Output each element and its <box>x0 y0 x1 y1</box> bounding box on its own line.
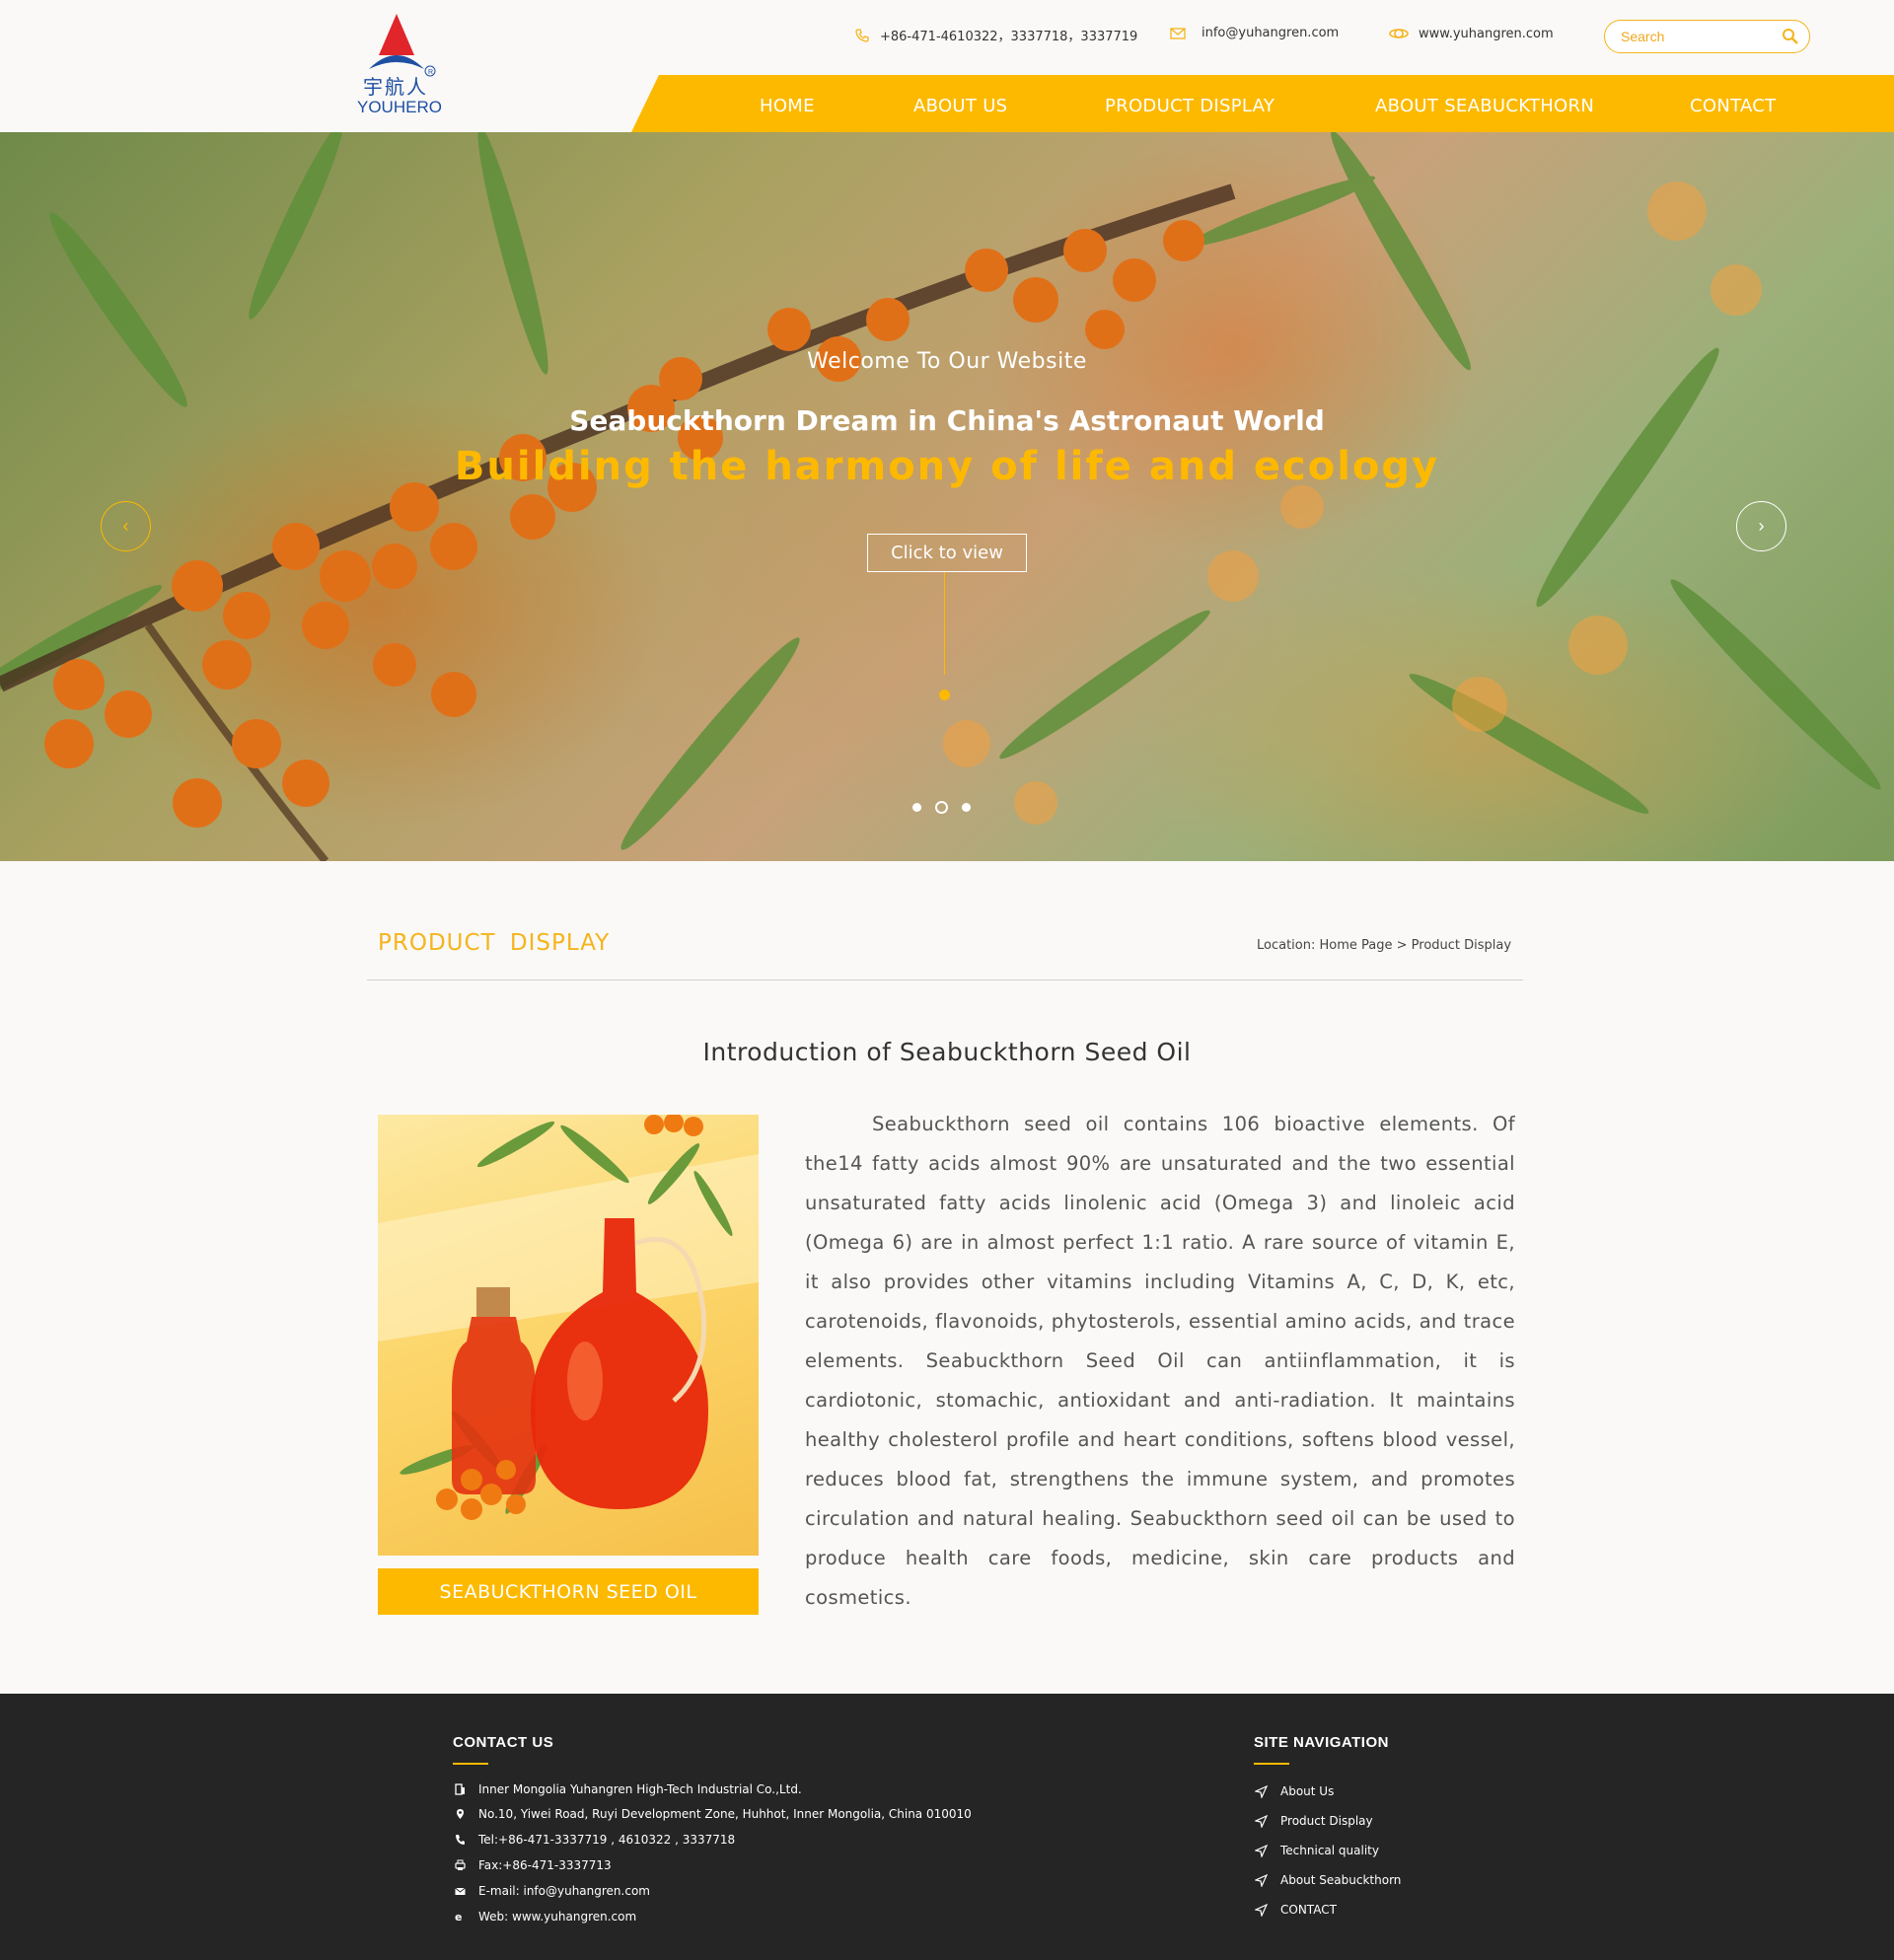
send-arrow-icon <box>1255 1784 1268 1798</box>
site-footer: CONTACT US Inner Mongolia Yuhangren High… <box>0 1694 1894 1960</box>
footer-nav-technical-quality[interactable]: Technical quality <box>1255 1844 1379 1857</box>
web-icon: e <box>455 1911 462 1923</box>
footer-contact-address-text: No.10, Yiwei Road, Ruyi Development Zone… <box>478 1807 972 1821</box>
footer-nav-label: Technical quality <box>1280 1844 1379 1857</box>
footer-contact-address: No.10, Yiwei Road, Ruyi Development Zone… <box>455 1807 972 1821</box>
search-icon[interactable] <box>1782 28 1799 45</box>
header-email[interactable]: info@yuhangren.com <box>1170 26 1339 40</box>
logo-chinese-text: 宇航人 <box>363 75 428 99</box>
footer-nav-product-display[interactable]: Product Display <box>1255 1814 1373 1828</box>
footer-contact-email-text: E-mail: info@yuhangren.com <box>478 1884 650 1898</box>
footer-contact-fax: Fax:+86-471-3337713 <box>455 1858 612 1872</box>
breadcrumb-home-link[interactable]: Home Page <box>1320 938 1393 953</box>
breadcrumb-current[interactable]: Product Display <box>1412 938 1511 953</box>
next-slide-button[interactable]: › <box>1736 501 1786 551</box>
mail-icon <box>1170 27 1186 39</box>
footer-nav-label: Product Display <box>1280 1814 1373 1828</box>
footer-contact-web[interactable]: e Web: www.yuhangren.com <box>455 1910 636 1924</box>
slide-dot[interactable] <box>962 803 971 812</box>
section-title: PRODUCT DISPLAY <box>378 930 611 956</box>
search-input[interactable] <box>1619 27 1777 46</box>
footer-nav-contact[interactable]: CONTACT <box>1255 1903 1337 1917</box>
seabuckthorn-berries-image <box>0 132 1881 861</box>
footer-nav-label: CONTACT <box>1280 1903 1337 1917</box>
footer-contact-underline <box>453 1763 488 1765</box>
phone-icon <box>456 1835 465 1845</box>
product-caption[interactable]: SEABUCKTHORN SEED OIL <box>378 1568 759 1615</box>
footer-nav-label: About Us <box>1280 1784 1335 1798</box>
nav-home[interactable]: HOME <box>760 75 815 132</box>
nav-product-display[interactable]: PRODUCT DISPLAY <box>1105 75 1275 132</box>
main-nav: HOME ABOUT US PRODUCT DISPLAY ABOUT SEAB… <box>631 75 1894 132</box>
hero-connector-dot <box>939 690 950 700</box>
header-email-text: info@yuhangren.com <box>1202 26 1340 40</box>
nav-about-seabuckthorn[interactable]: ABOUT SEABUCKTHORN <box>1375 75 1594 132</box>
svg-text:R: R <box>428 69 433 76</box>
footer-contact-tel-text: Tel:+86-471-3337719 , 4610322 , 3337718 <box>478 1833 736 1847</box>
click-to-view-button[interactable]: Click to view <box>867 534 1027 572</box>
location-pin-icon <box>457 1809 464 1819</box>
chevron-left-icon: ‹ <box>122 516 129 536</box>
svg-text:e: e <box>455 1911 462 1923</box>
slide-dot-active[interactable] <box>935 801 948 814</box>
footer-nav-label: About Seabuckthorn <box>1280 1873 1402 1887</box>
send-arrow-icon <box>1255 1814 1268 1828</box>
footer-nav-underline <box>1254 1763 1289 1765</box>
footer-nav-heading: SITE NAVIGATION <box>1254 1734 1389 1751</box>
slide-dot[interactable] <box>912 803 921 812</box>
web-icon <box>1389 29 1409 38</box>
mail-icon <box>455 1887 466 1895</box>
prev-slide-button[interactable]: ‹ <box>101 501 151 551</box>
footer-nav-about-seabuckthorn[interactable]: About Seabuckthorn <box>1255 1873 1401 1887</box>
search-box <box>1604 20 1810 53</box>
product-intro-title: Introduction of Seabuckthorn Seed Oil <box>702 1038 1192 1066</box>
nav-about-us[interactable]: ABOUT US <box>913 75 1007 132</box>
footer-contact-web-text: Web: www.yuhangren.com <box>478 1910 637 1924</box>
chevron-right-icon: › <box>1758 516 1765 536</box>
product-description: Seabuckthorn seed oil contains 106 bioac… <box>805 1113 1515 1609</box>
send-arrow-icon <box>1255 1844 1268 1857</box>
building-icon <box>455 1783 465 1795</box>
breadcrumb: Location: Home Page > Product Display <box>1257 938 1511 953</box>
breadcrumb-separator: > <box>1392 938 1412 953</box>
send-arrow-icon <box>1255 1873 1268 1887</box>
hero-welcome: Welcome To Our Website <box>807 349 1087 374</box>
footer-contact-company-text: Inner Mongolia Yuhangren High-Tech Indus… <box>478 1782 802 1796</box>
send-arrow-icon <box>1255 1903 1268 1917</box>
phone-icon <box>855 28 869 42</box>
hero-connector-line <box>944 572 945 675</box>
footer-contact-company: Inner Mongolia Yuhangren High-Tech Indus… <box>455 1782 802 1796</box>
footer-contact-heading: CONTACT US <box>453 1734 554 1751</box>
hero-slogan: Building the harmony of life and ecology <box>454 444 1440 489</box>
nav-contact[interactable]: CONTACT <box>1690 75 1776 132</box>
header-phone: +86-471-4610322，3337718，3337719 <box>854 26 1137 44</box>
slide-pagination <box>912 801 971 814</box>
breadcrumb-prefix: Location: <box>1257 938 1320 953</box>
header-website[interactable]: www.yuhangren.com <box>1389 26 1554 41</box>
header-website-text: www.yuhangren.com <box>1419 26 1554 41</box>
footer-contact-email[interactable]: E-mail: info@yuhangren.com <box>455 1884 650 1898</box>
logo-english-text: YOUHERO <box>357 98 442 116</box>
footer-contact-tel: Tel:+86-471-3337719 , 4610322 , 3337718 <box>455 1833 735 1847</box>
footer-nav-about-us[interactable]: About Us <box>1255 1784 1334 1798</box>
header-phone-text: +86-471-4610322，3337718，3337719 <box>880 30 1138 44</box>
fax-icon <box>455 1859 466 1870</box>
footer-contact-fax-text: Fax:+86-471-3337713 <box>478 1858 612 1872</box>
hero-banner: Welcome To Our Website Seabuckthorn Drea… <box>0 132 1894 861</box>
seed-oil-illustration <box>378 1115 759 1520</box>
site-header: R 宇航人 YOUHERO +86-471-4610322，3337718，33… <box>0 0 1894 132</box>
seed-oil-product-image <box>378 1115 759 1556</box>
hero-title: Seabuckthorn Dream in China's Astronaut … <box>569 404 1325 437</box>
